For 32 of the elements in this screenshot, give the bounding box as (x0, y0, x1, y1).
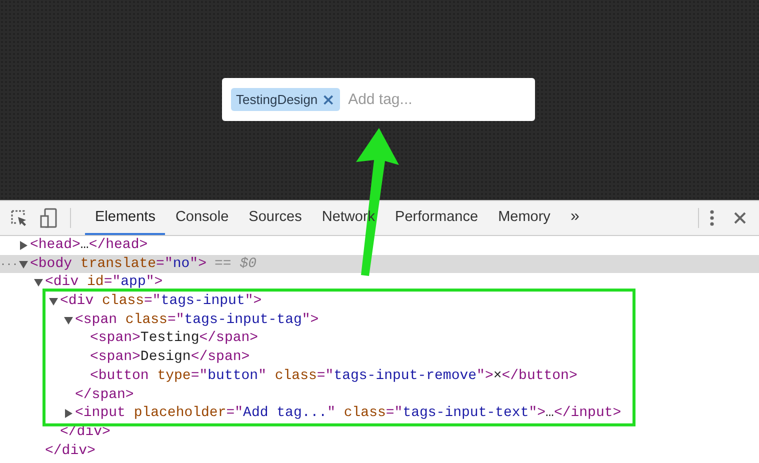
code-line: <body translate="no"> (30, 254, 206, 274)
code-line: <input placeholder="Add tag..." class="tags-input-text">…</input> (75, 404, 622, 423)
code-line: <span>Design</span> (90, 348, 250, 367)
code-line: </div> (60, 422, 110, 442)
expanded-triangle-icon[interactable] (19, 260, 28, 269)
code-line: <span class="tags-input-tag"> (75, 310, 319, 330)
expanded-triangle-icon[interactable] (34, 278, 43, 288)
ellipsis-marker: ... (0, 256, 18, 271)
collapsed-triangle-icon[interactable] (64, 409, 73, 418)
remove-tag-button[interactable]: × (322, 92, 336, 106)
more-tabs-button[interactable]: » (560, 201, 590, 235)
code-line: <button type="button" class="tags-input-remove">×</button> (90, 366, 578, 386)
inspect-icon[interactable] (10, 209, 28, 227)
device-toolbar-icon[interactable] (40, 208, 58, 228)
expanded-triangle-icon[interactable] (64, 316, 73, 325)
tag-chip: TestingDesign × (231, 88, 340, 111)
code-line: <span>Testing</span> (90, 329, 258, 348)
expanded-triangle-icon[interactable] (49, 296, 58, 306)
panel-tab[interactable]: Elements (85, 201, 166, 235)
close-icon[interactable] (733, 211, 747, 225)
panel-tab[interactable]: Console (165, 201, 239, 235)
code-line: </div> (45, 442, 96, 460)
code-line: <head>…</head> (30, 236, 148, 255)
panel-tab[interactable]: Sources (238, 201, 312, 235)
selected-node-marker: == $0 (214, 254, 256, 274)
panel-tab[interactable]: Performance (385, 201, 488, 235)
kebab-menu-icon[interactable] (709, 209, 715, 227)
collapsed-triangle-icon[interactable] (19, 240, 28, 250)
code-line: <div class="tags-input"> (60, 292, 262, 311)
panel-tab[interactable]: Memory (488, 201, 560, 235)
code-line: </span> (75, 386, 134, 404)
code-line: <div id="app"> (45, 273, 163, 292)
